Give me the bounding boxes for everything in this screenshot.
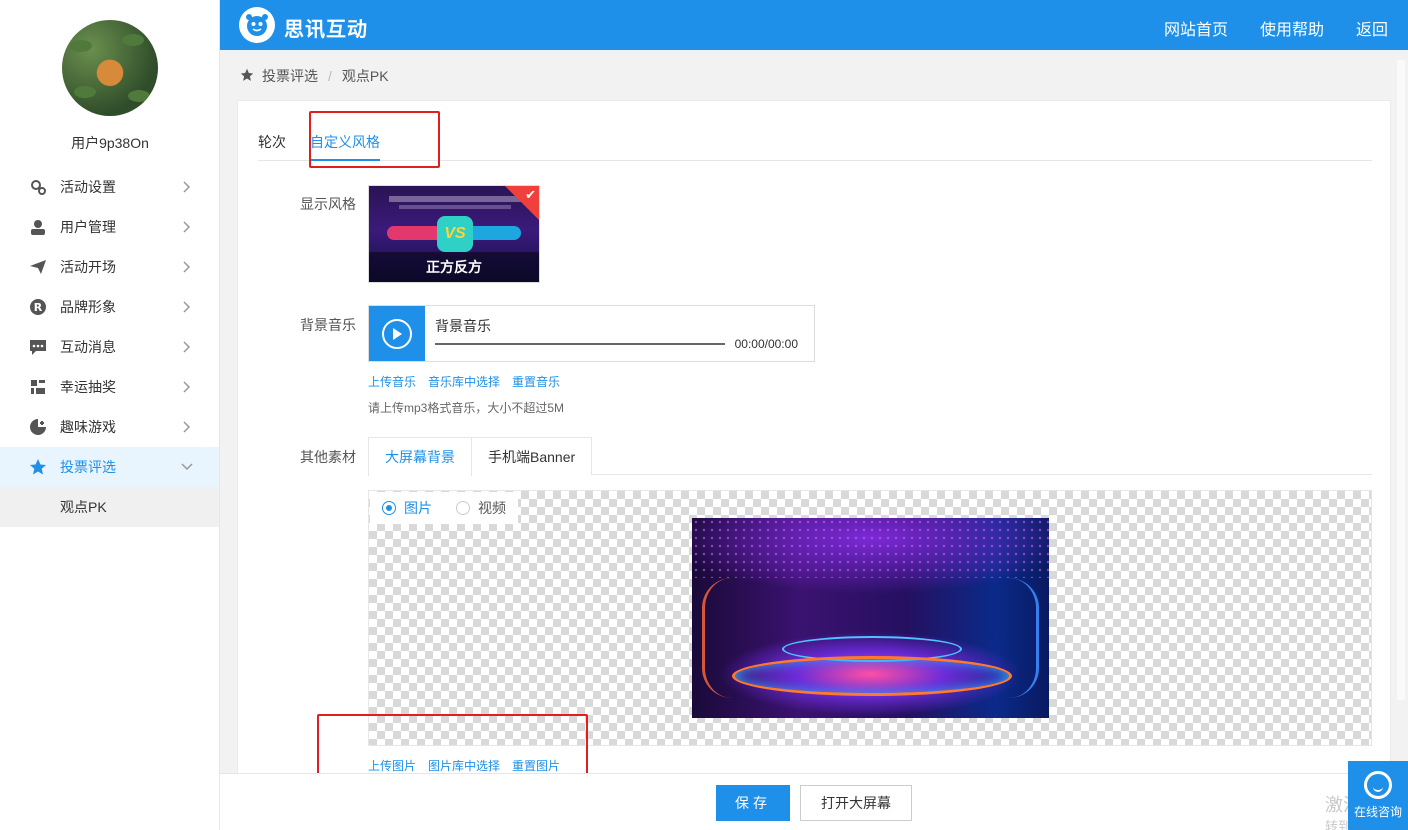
breadcrumb: 投票评选 / 观点PK <box>240 66 389 86</box>
star-icon <box>28 457 48 477</box>
chevron-right-icon <box>179 419 195 435</box>
save-button[interactable]: 保存 <box>716 785 790 821</box>
highlight-box <box>309 111 440 168</box>
style-caption: 正方反方 <box>369 252 539 282</box>
thumb-left-bar <box>387 226 443 240</box>
sidebar-item-label: 投票评选 <box>60 459 116 475</box>
music-player: 背景音乐 00:00/00:00 <box>368 305 815 362</box>
radio-video-label: 视频 <box>478 500 506 516</box>
media-type-radio-group: 图片 视频 <box>370 492 518 524</box>
sidebar-item-activity-opening[interactable]: 活动开场 <box>0 247 219 287</box>
chevron-down-icon <box>179 459 195 475</box>
headset-icon <box>1364 771 1392 799</box>
sidebar-item-label: 品牌形象 <box>60 299 116 315</box>
message-icon <box>28 337 48 357</box>
sidebar: 用户9p38On 活动设置 用户管理 活动开场 R 品牌形象 互动消息 幸运抽奖… <box>0 0 220 830</box>
reset-music-link[interactable]: 重置音乐 <box>512 373 560 390</box>
send-icon <box>28 257 48 277</box>
music-progress-bar[interactable] <box>435 343 725 345</box>
sidebar-menu: 活动设置 用户管理 活动开场 R 品牌形象 互动消息 幸运抽奖 趣味游戏 投票评… <box>0 167 219 527</box>
sidebar-item-label: 用户管理 <box>60 219 116 235</box>
sidebar-item-interactive-messages[interactable]: 互动消息 <box>0 327 219 367</box>
open-big-screen-button[interactable]: 打开大屏幕 <box>800 785 912 821</box>
chevron-right-icon <box>179 299 195 315</box>
bg-dot-grid <box>692 518 1049 578</box>
online-consult-button[interactable]: 在线咨询 <box>1348 761 1408 830</box>
sidebar-item-voting[interactable]: 投票评选 <box>0 447 219 487</box>
music-hint: 请上传mp3格式音乐，大小不超过5M <box>368 401 565 415</box>
sidebar-item-label: 互动消息 <box>60 339 116 355</box>
username: 用户9p38On <box>71 135 149 151</box>
music-links: 上传音乐 音乐库中选择 重置音乐 <box>368 373 560 390</box>
sidebar-item-lucky-draw[interactable]: 幸运抽奖 <box>0 367 219 407</box>
chevron-right-icon <box>179 339 195 355</box>
gear-icon <box>28 177 48 197</box>
nav-help-link[interactable]: 使用帮助 <box>1260 16 1324 40</box>
sidebar-item-label: 活动设置 <box>60 179 116 195</box>
svg-text:R: R <box>34 301 43 314</box>
style-thumbnail[interactable]: VS 正方反方 ✔ <box>368 185 540 283</box>
sidebar-item-label: 趣味游戏 <box>60 419 116 435</box>
thumb-text-line <box>389 196 521 202</box>
page-scrollbar[interactable] <box>1397 60 1405 700</box>
radio-dot <box>456 501 470 515</box>
upload-music-link[interactable]: 上传音乐 <box>368 373 416 390</box>
thumb-right-bar <box>465 226 521 240</box>
bg-stage <box>732 656 1012 696</box>
music-label: 背景音乐 <box>300 317 356 333</box>
chevron-right-icon <box>179 179 195 195</box>
breadcrumb-separator: / <box>328 68 332 84</box>
nav-home-link[interactable]: 网站首页 <box>1164 16 1228 40</box>
music-title: 背景音乐 <box>435 318 491 334</box>
sidebar-item-activity-settings[interactable]: 活动设置 <box>0 167 219 207</box>
sidebar-item-user-management[interactable]: 用户管理 <box>0 207 219 247</box>
music-library-link[interactable]: 音乐库中选择 <box>428 373 500 390</box>
music-time: 00:00/00:00 <box>734 337 798 351</box>
chevron-right-icon <box>179 259 195 275</box>
material-tabs: 大屏幕背景 手机端Banner <box>368 437 1372 476</box>
breadcrumb-root[interactable]: 投票评选 <box>262 66 318 86</box>
avatar[interactable] <box>62 20 158 116</box>
radio-image[interactable]: 图片 <box>382 498 432 518</box>
vs-badge: VS <box>437 216 473 252</box>
star-icon <box>240 68 254 85</box>
action-bar: 保存 打开大屏幕 激活 Win 转到"设置" <box>220 773 1408 830</box>
background-preview-area: 图片 视频 <box>368 490 1372 746</box>
breadcrumb-current: 观点PK <box>341 68 389 84</box>
tab-mobile-banner[interactable]: 手机端Banner <box>471 437 593 475</box>
user-icon <box>28 217 48 237</box>
registered-icon: R <box>28 297 48 317</box>
play-button[interactable] <box>369 306 425 361</box>
chevron-right-icon <box>179 379 195 395</box>
top-nav: 网站首页 使用帮助 返回 <box>1164 16 1388 40</box>
sidebar-item-label: 幸运抽奖 <box>60 379 116 395</box>
sidebar-item-fun-games[interactable]: 趣味游戏 <box>0 407 219 447</box>
logo-icon <box>239 7 275 43</box>
top-header: 思讯互动 网站首页 使用帮助 返回 <box>220 0 1408 50</box>
nav-back-link[interactable]: 返回 <box>1356 16 1388 40</box>
sidebar-subitem-debate-pk[interactable]: 观点PK <box>0 487 219 527</box>
play-icon <box>382 318 412 349</box>
check-icon: ✔ <box>525 187 536 202</box>
sidebar-item-brand-image[interactable]: R 品牌形象 <box>0 287 219 327</box>
tab-big-screen-bg[interactable]: 大屏幕背景 <box>368 437 472 476</box>
brand-name: 思讯互动 <box>284 19 368 41</box>
radio-video[interactable]: 视频 <box>456 498 506 518</box>
other-label: 其他素材 <box>300 449 356 465</box>
thumb-text-line <box>399 205 511 209</box>
gift-icon <box>28 377 48 397</box>
sidebar-item-label: 活动开场 <box>60 259 116 275</box>
background-image <box>692 518 1049 718</box>
consult-label: 在线咨询 <box>1353 805 1402 819</box>
radio-image-label: 图片 <box>404 500 432 516</box>
radio-dot <box>382 501 396 515</box>
main-card: 轮次 自定义风格 显示风格 VS 正方反方 ✔ 背景音乐 背景音乐 00:00/… <box>237 100 1391 780</box>
tab-rounds[interactable]: 轮次 <box>258 129 286 160</box>
game-icon <box>28 417 48 437</box>
chevron-right-icon <box>179 219 195 235</box>
style-label: 显示风格 <box>300 196 356 212</box>
